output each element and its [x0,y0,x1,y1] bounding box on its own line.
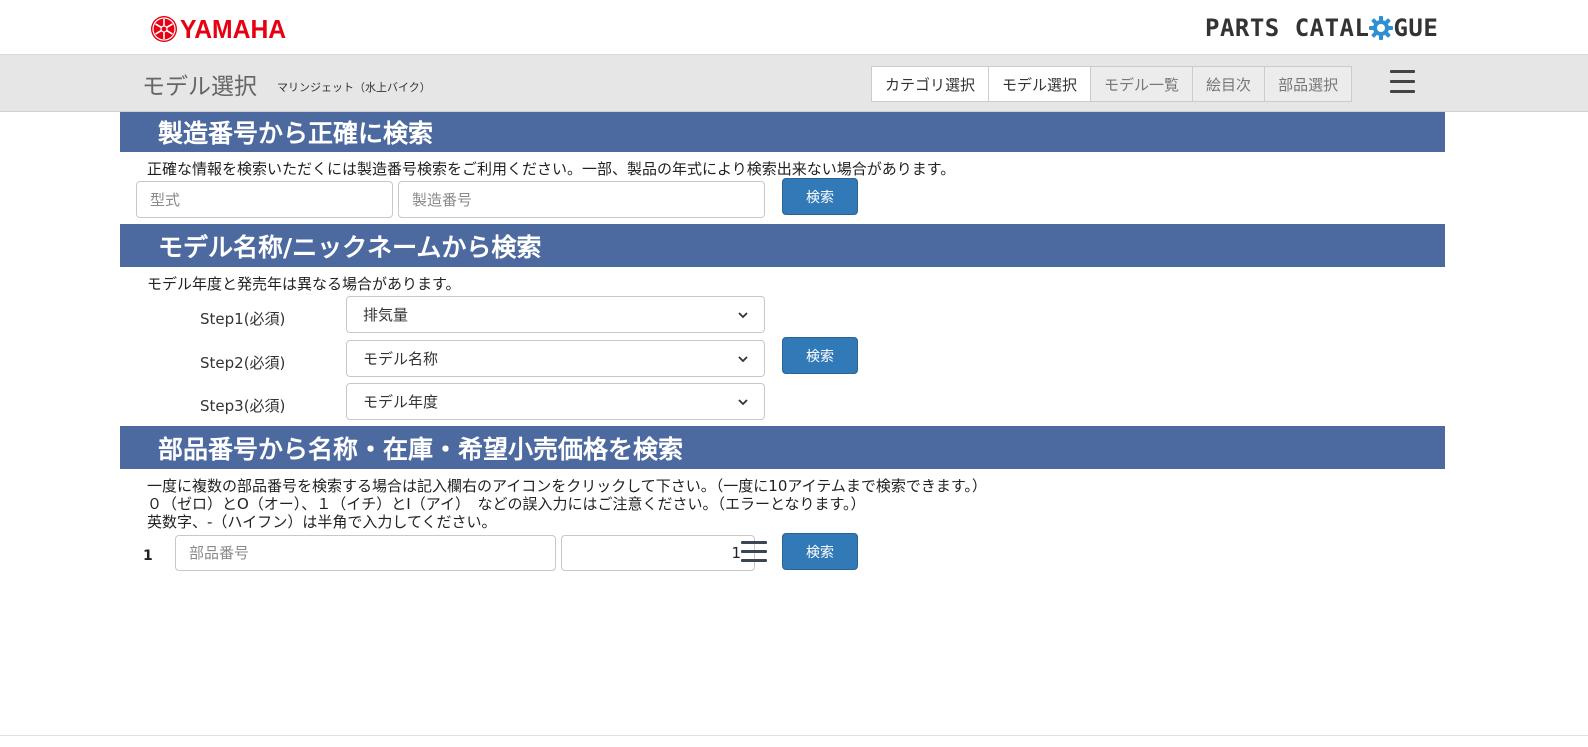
yamaha-logo[interactable]: YAMAHA [150,12,292,46]
chevron-down-icon [738,311,748,318]
model-year-select[interactable]: モデル年度 [346,383,765,420]
page-subtitle: マリンジェット（水上バイク） [277,81,431,94]
serial-search-button[interactable]: 検索 [782,178,858,215]
serial-number-input[interactable] [398,181,765,218]
tab-model-select[interactable]: モデル選択 [988,66,1092,102]
model-search-description: モデル年度と発売年は異なる場合があります。 [147,275,461,293]
step1-label: Step1(必須) [200,310,286,328]
quantity-input[interactable] [561,535,755,571]
tab-part-select: 部品選択 [1264,66,1353,102]
part-row-number: 1 [143,548,153,564]
tab-model-list: モデル一覧 [1090,66,1194,102]
parts-catalogue-logo: PARTS CATAL GUE [1205,14,1438,42]
bottom-divider [0,735,1588,736]
gear-icon [1369,16,1394,40]
serial-search-heading: 製造番号から正確に検索 [120,112,1445,152]
part-search-button[interactable]: 検索 [782,533,858,570]
chevron-down-icon [738,355,748,362]
model-search-heading: モデル名称/ニックネームから検索 [120,224,1445,267]
page-title: モデル選択 [142,74,257,100]
step3-label: Step3(必須) [200,397,286,415]
part-number-input[interactable] [175,535,556,571]
multi-part-list-icon[interactable] [741,539,769,565]
chevron-down-icon [738,398,748,405]
model-year-select-value: モデル年度 [363,393,439,411]
model-search-button[interactable]: 検索 [782,337,858,374]
serial-search-description: 正確な情報を検索いただくには製造番号検索をご利用ください。一部、製品の年式により… [147,160,956,178]
step2-label: Step2(必須) [200,354,286,372]
yamaha-tuning-fork-icon [151,16,177,42]
model-name-select[interactable]: モデル名称 [346,340,765,377]
tab-illustration-index: 絵目次 [1192,66,1266,102]
model-code-input[interactable] [136,181,393,218]
step-nav-tabs: カテゴリ選択 モデル選択 モデル一覧 絵目次 部品選択 [871,66,1353,102]
catalogue-text-prefix: PARTS CATAL [1205,14,1370,42]
part-search-heading: 部品番号から名称・在庫・希望小売価格を検索 [120,426,1445,469]
model-name-select-value: モデル名称 [363,350,439,368]
part-search-note-3: 英数字、-（ハイフン）は半角で入力してください。 [147,513,497,531]
displacement-select[interactable]: 排気量 [346,296,765,333]
displacement-select-value: 排気量 [363,306,409,324]
brand-name: YAMAHA [180,13,287,44]
catalogue-text-suffix: GUE [1393,14,1439,42]
tab-category-select[interactable]: カテゴリ選択 [871,66,990,102]
hamburger-menu-icon[interactable] [1390,67,1418,97]
